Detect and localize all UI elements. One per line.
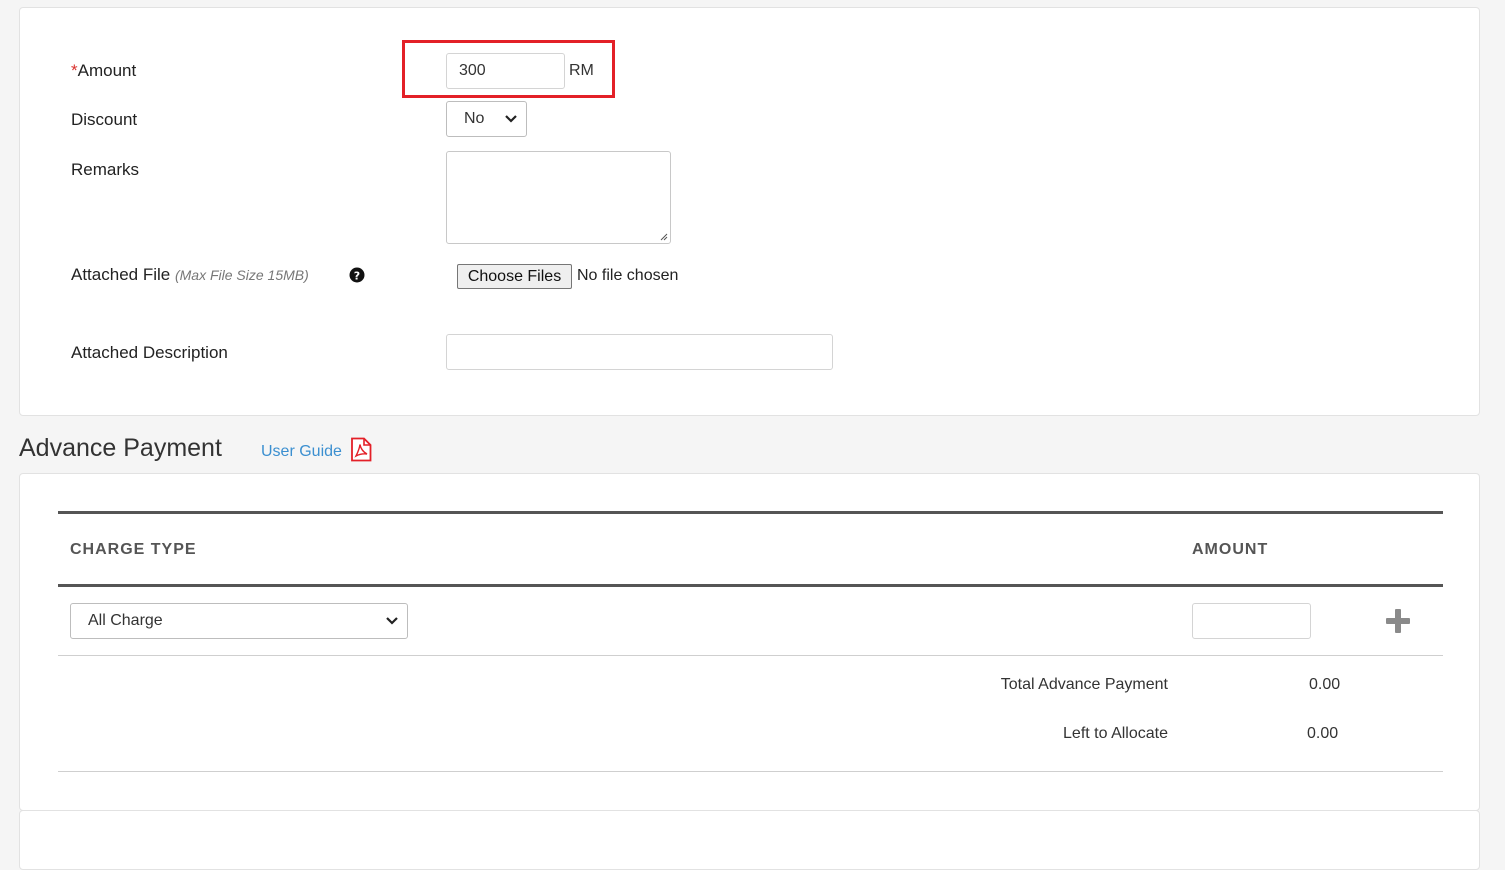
file-status-text: No file chosen — [577, 267, 679, 284]
total-advance-payment-label: Total Advance Payment — [1000, 676, 1168, 693]
discount-label: Discount — [71, 110, 138, 129]
remarks-textarea[interactable] — [446, 151, 671, 244]
max-file-size-note: (Max File Size 15MB) — [174, 267, 309, 283]
choose-files-button[interactable]: Choose Files — [457, 264, 572, 289]
charge-type-selected-value: All Charge — [88, 612, 163, 629]
column-header-charge-type: CHARGE TYPE — [70, 541, 197, 558]
charge-amount-input[interactable] — [1192, 603, 1311, 639]
left-to-allocate-value: 0.00 — [1307, 725, 1339, 742]
pdf-file-icon[interactable] — [350, 437, 372, 462]
chevron-down-icon — [386, 617, 398, 625]
attached-file-label-text: Attached File — [71, 265, 171, 284]
charge-type-select[interactable]: All Charge — [70, 603, 408, 639]
resize-handle-icon[interactable] — [659, 232, 668, 241]
attached-file-label: Attached File (Max File Size 15MB) — [71, 265, 309, 285]
advance-payment-panel — [19, 473, 1480, 811]
column-header-amount: AMOUNT — [1192, 541, 1269, 558]
question-circle-icon[interactable]: ? — [349, 267, 365, 283]
remarks-label: Remarks — [71, 160, 140, 179]
attached-description-label: Attached Description — [71, 343, 228, 362]
discount-selected-value: No — [464, 110, 485, 127]
required-mark: * — [71, 61, 78, 80]
left-to-allocate-label: Left to Allocate — [1063, 725, 1168, 742]
plus-icon[interactable] — [1385, 608, 1411, 634]
row-divider — [58, 655, 1443, 656]
chevron-down-icon — [505, 115, 517, 123]
table-header-rule — [58, 584, 1443, 587]
section-title: Advance Payment — [19, 434, 222, 462]
amount-label-text: Amount — [77, 61, 137, 80]
table-top-rule — [58, 511, 1443, 514]
discount-select[interactable]: No — [446, 101, 527, 137]
user-guide-link[interactable]: User Guide — [261, 443, 342, 461]
highlight-box — [402, 40, 615, 98]
attached-description-input[interactable] — [446, 334, 833, 370]
amount-label: *Amount — [71, 61, 136, 81]
next-panel — [19, 810, 1480, 870]
table-bottom-rule — [58, 771, 1443, 772]
total-advance-payment-value: 0.00 — [1309, 676, 1341, 693]
svg-text:?: ? — [354, 269, 360, 282]
